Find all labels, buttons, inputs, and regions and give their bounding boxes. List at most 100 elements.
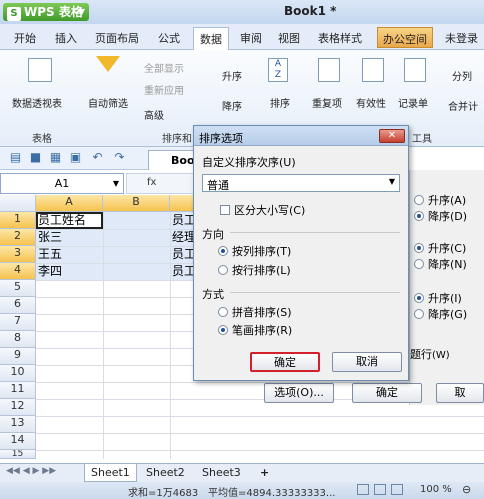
reapply-button[interactable]: 重新应用	[144, 82, 184, 97]
custom-order-label: 自定义排序次序(U)	[202, 156, 296, 169]
validation-button[interactable]: 有效性	[356, 95, 386, 110]
consolidate-button[interactable]: 合并计	[448, 98, 478, 113]
bg-desc-3[interactable]: 降序(G)	[414, 306, 467, 322]
cell-c4[interactable]: 员工	[170, 263, 195, 280]
row-header[interactable]: 10	[0, 365, 36, 382]
row-header[interactable]: 13	[0, 416, 36, 433]
cell-a2[interactable]: 张三	[36, 229, 103, 246]
tab-start[interactable]: 开始	[14, 30, 36, 46]
stroke-sort-radio[interactable]: 笔画排序(R)	[218, 322, 292, 338]
sheet-tab[interactable]: Sheet1	[84, 464, 137, 482]
column-header-a[interactable]: A	[36, 195, 103, 212]
tab-office-space[interactable]: 办公空间	[377, 27, 433, 48]
row-header[interactable]: 3	[0, 246, 36, 263]
bg-options-button[interactable]: 选项(O)...	[264, 383, 334, 403]
select-all-corner[interactable]	[0, 195, 36, 212]
ok-button[interactable]: 确定	[250, 352, 320, 372]
workbook-tab[interactable]: Boo	[148, 150, 196, 170]
direction-label: 方向	[202, 228, 224, 241]
sort-button[interactable]: 排序	[270, 95, 290, 110]
tab-table-style[interactable]: 表格样式	[318, 30, 362, 46]
row-header[interactable]: 8	[0, 331, 36, 348]
case-sensitive-checkbox[interactable]: 区分大小写(C)	[220, 202, 305, 218]
chevron-down-icon: ▼	[78, 7, 85, 16]
row-header[interactable]: 2	[0, 229, 36, 246]
tab-page-layout[interactable]: 页面布局	[95, 30, 139, 46]
bg-cancel-button[interactable]: 取	[436, 383, 484, 403]
page-view-icon[interactable]	[374, 484, 386, 495]
bg-desc-2[interactable]: 降序(N)	[414, 256, 467, 272]
tab-data[interactable]: 数据	[193, 27, 229, 50]
row-header[interactable]: 14	[0, 433, 36, 450]
column-header-c[interactable]	[170, 195, 195, 212]
row-header[interactable]: 6	[0, 297, 36, 314]
cancel-button[interactable]: 取消	[332, 352, 402, 372]
show-all-button[interactable]: 全部显示	[144, 60, 184, 75]
status-bar: 求和=1万4683 平均值=4894.33333333... 100 % ⊖	[0, 482, 484, 499]
duplicates-button[interactable]: 重复项	[312, 95, 342, 110]
tab-login[interactable]: 未登录	[445, 30, 478, 46]
save-icon[interactable]: ■	[28, 150, 43, 165]
sort-options-dialog: 排序选项 ✕ 自定义排序次序(U) 普通 ▼ 区分大小写(C) 方向 按列排序(T…	[193, 125, 409, 381]
cell-a3[interactable]: 王五	[36, 246, 103, 263]
preview-icon[interactable]: ▣	[68, 150, 83, 165]
status-sum: 求和=1万4683	[128, 488, 199, 499]
tab-review[interactable]: 审阅	[240, 30, 262, 46]
sort-by-row-radio[interactable]: 按行排序(L)	[218, 262, 291, 278]
row-header[interactable]: 5	[0, 280, 36, 297]
print-icon[interactable]: ▦	[48, 150, 63, 165]
sheet-tab[interactable]: Sheet3	[196, 464, 247, 482]
cell-c1[interactable]: 员工	[170, 212, 195, 229]
tab-view[interactable]: 视图	[278, 30, 300, 46]
bg-asc-2[interactable]: 升序(C)	[414, 240, 466, 256]
row-header[interactable]: 11	[0, 382, 36, 399]
open-folder-icon[interactable]: ▤	[8, 150, 23, 165]
close-icon[interactable]: ✕	[379, 129, 405, 143]
wps-logo-icon: S	[7, 7, 21, 21]
app-menu-button[interactable]: S WPS 表格 ▼	[3, 3, 89, 21]
row-header[interactable]: 15	[0, 450, 36, 459]
row-header[interactable]: 12	[0, 399, 36, 416]
bg-asc-1[interactable]: 升序(A)	[414, 192, 466, 208]
name-box[interactable]: A1 ▼	[0, 173, 124, 194]
cell-c2[interactable]: 经理	[170, 229, 195, 246]
cell-a4[interactable]: 李四	[36, 263, 103, 280]
redo-icon[interactable]: ↷	[112, 150, 127, 165]
column-header-b[interactable]: B	[103, 195, 170, 212]
sort-asc-button[interactable]: 升序	[222, 68, 242, 83]
pinyin-sort-radio[interactable]: 拼音排序(S)	[218, 304, 292, 320]
advanced-filter-button[interactable]: 高级	[144, 107, 164, 122]
split-column-button[interactable]: 分列	[452, 68, 472, 83]
sort-dialog-background: 升序(A) 降序(D) 升序(C) 降序(N) 升序(I) 降序(G) 题行(W…	[409, 170, 484, 405]
row-header[interactable]: 7	[0, 314, 36, 331]
zoom-level[interactable]: 100 %	[420, 484, 452, 495]
row-header[interactable]: 4	[0, 263, 36, 280]
tab-formula[interactable]: 公式	[158, 30, 180, 46]
normal-view-icon[interactable]	[357, 484, 369, 495]
sort-by-column-radio[interactable]: 按列排序(T)	[218, 243, 291, 259]
bg-desc-1[interactable]: 降序(D)	[414, 208, 467, 224]
group-label-tools: 工具	[412, 134, 432, 145]
duplicates-icon	[318, 58, 340, 82]
bg-asc-3[interactable]: 升序(I)	[414, 290, 462, 306]
row-header[interactable]: 9	[0, 348, 36, 365]
pivot-table-button[interactable]: 数据透视表	[12, 95, 62, 110]
break-view-icon[interactable]	[391, 484, 403, 495]
cell-c3[interactable]: 员工	[170, 246, 195, 263]
custom-order-select[interactable]: 普通 ▼	[202, 174, 400, 192]
record-form-icon	[404, 58, 426, 82]
record-form-button[interactable]: 记录单	[398, 95, 428, 110]
undo-icon[interactable]: ↶	[90, 150, 105, 165]
sort-desc-button[interactable]: 降序	[222, 98, 242, 113]
add-sheet-button[interactable]: +	[254, 464, 275, 482]
dialog-title-bar: 排序选项 ✕	[194, 126, 408, 146]
row-header[interactable]: 1	[0, 212, 36, 229]
cell-a1[interactable]: 员工姓名	[36, 212, 103, 229]
sheet-tab[interactable]: Sheet2	[140, 464, 191, 482]
bg-ok-button[interactable]: 确定	[352, 383, 422, 403]
autofilter-button[interactable]: 自动筛选	[88, 95, 128, 110]
sheet-nav-icon[interactable]: ◀◀ ◀ ▶ ▶▶	[6, 466, 56, 476]
formula-bar[interactable]: fx	[126, 173, 196, 194]
zoom-out-icon[interactable]: ⊖	[462, 483, 471, 496]
tab-insert[interactable]: 插入	[55, 30, 77, 46]
